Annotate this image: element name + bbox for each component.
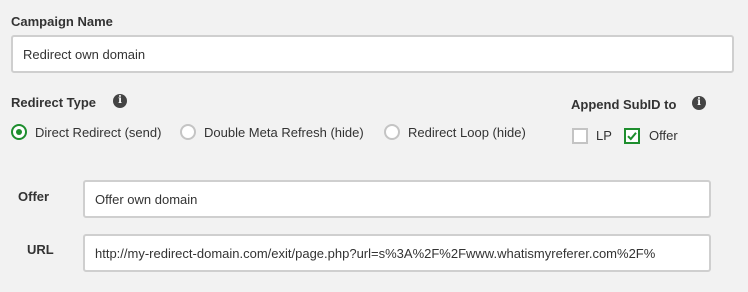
checkmark-icon — [627, 132, 637, 141]
radio-redirect-loop-label[interactable]: Redirect Loop (hide) — [408, 125, 526, 140]
append-subid-info-icon[interactable]: i — [692, 96, 706, 110]
url-label: URL — [27, 242, 54, 257]
campaign-name-input[interactable]: Redirect own domain — [11, 35, 734, 73]
checkbox-lp-label[interactable]: LP — [596, 128, 612, 143]
redirect-type-info-icon[interactable]: i — [113, 94, 127, 108]
url-input[interactable]: http://my-redirect-domain.com/exit/page.… — [83, 234, 711, 272]
offer-input[interactable]: Offer own domain — [83, 180, 711, 218]
radio-direct-redirect[interactable] — [11, 124, 27, 140]
campaign-name-label: Campaign Name — [11, 14, 113, 29]
radio-direct-redirect-label[interactable]: Direct Redirect (send) — [35, 125, 161, 140]
radio-redirect-loop[interactable] — [384, 124, 400, 140]
radio-double-meta-refresh[interactable] — [180, 124, 196, 140]
checkbox-offer[interactable] — [624, 128, 640, 144]
checkbox-lp[interactable] — [572, 128, 588, 144]
redirect-type-label: Redirect Type — [11, 95, 97, 110]
offer-label: Offer — [18, 189, 50, 204]
radio-double-meta-refresh-label[interactable]: Double Meta Refresh (hide) — [204, 125, 364, 140]
checkbox-offer-label[interactable]: Offer — [649, 128, 678, 143]
append-subid-label: Append SubID to — [571, 97, 677, 112]
